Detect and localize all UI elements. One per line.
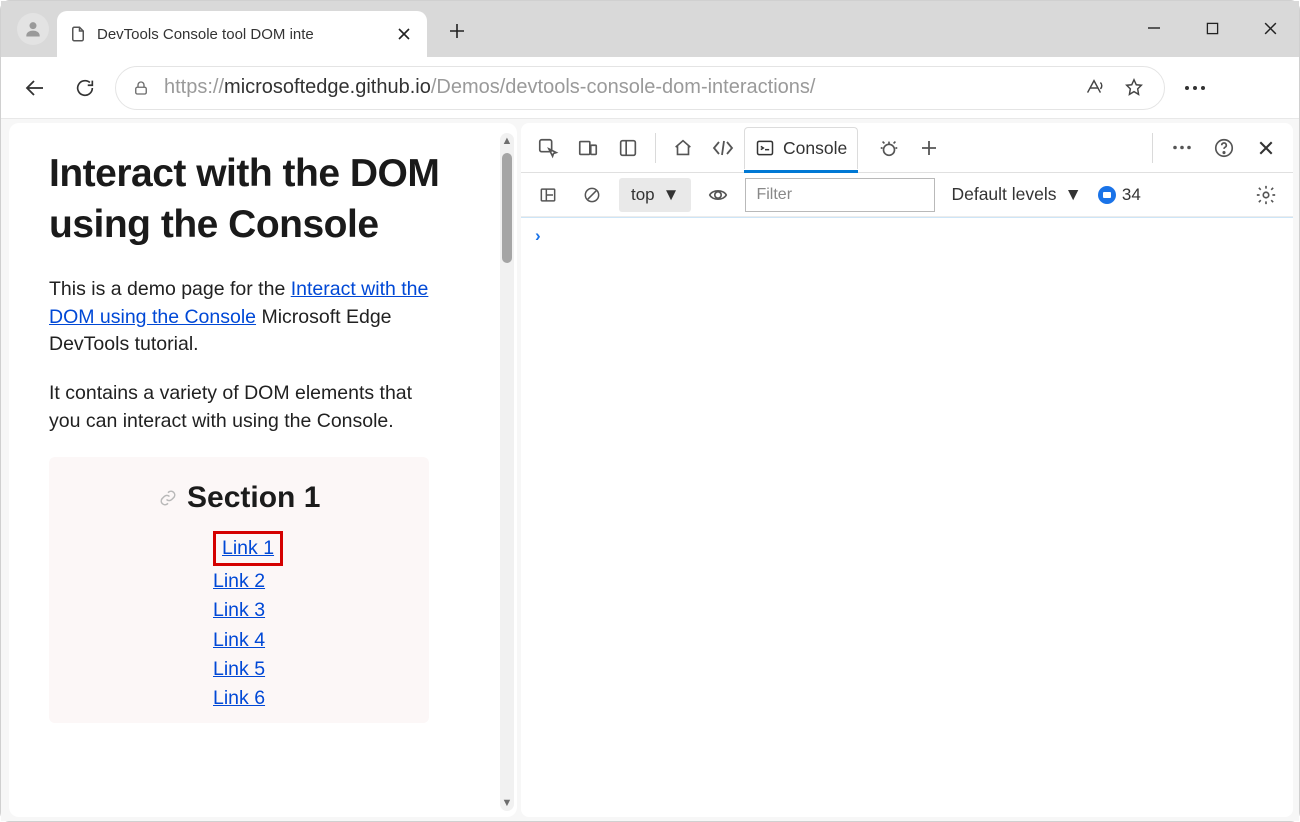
chevron-down-icon: ▼ — [1065, 184, 1082, 205]
menu-button[interactable] — [1175, 68, 1215, 108]
log-levels-selector[interactable]: Default levels ▼ — [945, 184, 1087, 205]
elements-tab-icon[interactable] — [704, 129, 742, 167]
section-1: Section 1 Link 1 Link 2 Link 3 Link 4 Li… — [49, 457, 429, 723]
scroll-up-icon[interactable]: ▲ — [500, 133, 514, 149]
scroll-down-icon[interactable]: ▼ — [500, 795, 514, 811]
devtools-menu-button[interactable] — [1163, 129, 1201, 167]
new-tab-button[interactable] — [439, 13, 475, 49]
page-content: Interact with the DOM using the Console … — [9, 123, 517, 817]
issues-tab-icon[interactable] — [870, 129, 908, 167]
console-toolbar: top ▼ Filter Default levels ▼ 34 — [521, 173, 1293, 217]
more-tabs-button[interactable] — [910, 129, 948, 167]
window-controls — [1125, 5, 1299, 51]
read-aloud-icon[interactable] — [1080, 77, 1108, 99]
section-title: Section 1 — [187, 481, 320, 515]
anchor-icon — [159, 489, 177, 507]
intro-paragraph-2: It contains a variety of DOM elements th… — [49, 380, 429, 435]
close-button[interactable] — [1241, 5, 1299, 51]
scrollbar-thumb[interactable] — [502, 153, 512, 263]
filter-input[interactable]: Filter — [745, 178, 935, 212]
list-item[interactable]: Link 1 — [222, 537, 274, 559]
chevron-down-icon: ▼ — [663, 185, 680, 205]
issues-counter[interactable]: 34 — [1098, 185, 1141, 205]
toggle-sidebar-icon[interactable] — [531, 178, 565, 212]
help-icon[interactable] — [1205, 129, 1243, 167]
inspect-icon[interactable] — [529, 129, 567, 167]
tab-title: DevTools Console tool DOM inte — [97, 26, 383, 43]
clear-console-icon[interactable] — [575, 178, 609, 212]
page-viewport: Interact with the DOM using the Console … — [1, 119, 517, 821]
tab-label: Console — [783, 138, 847, 159]
devtools-panel: Console — [521, 123, 1293, 817]
tab-console[interactable]: Console — [744, 127, 858, 169]
scrollbar[interactable]: ▲ ▼ — [500, 133, 514, 811]
title-bar: DevTools Console tool DOM inte — [1, 1, 1299, 57]
browser-tab[interactable]: DevTools Console tool DOM inte — [57, 11, 427, 57]
highlighted-link: Link 1 — [213, 531, 283, 566]
link-list: Link 1 Link 2 Link 3 Link 4 Link 5 Link … — [213, 531, 405, 713]
list-item[interactable]: Link 3 — [213, 597, 265, 624]
live-expression-icon[interactable] — [701, 178, 735, 212]
context-selector[interactable]: top ▼ — [619, 178, 691, 212]
address-bar[interactable]: https://microsoftedge.github.io/Demos/de… — [115, 66, 1165, 110]
main-area: Interact with the DOM using the Console … — [1, 119, 1299, 821]
intro-paragraph-1: This is a demo page for the Interact wit… — [49, 276, 429, 358]
console-prompt-icon: › — [535, 226, 541, 245]
dock-icon[interactable] — [609, 129, 647, 167]
minimize-button[interactable] — [1125, 5, 1183, 51]
list-item[interactable]: Link 4 — [213, 627, 265, 654]
devtools-close-icon[interactable] — [1247, 129, 1285, 167]
list-item[interactable]: Link 6 — [213, 685, 265, 712]
console-body[interactable]: › — [521, 217, 1293, 817]
lock-icon — [132, 79, 152, 97]
refresh-button[interactable] — [65, 68, 105, 108]
welcome-tab-icon[interactable] — [664, 129, 702, 167]
url-text: https://microsoftedge.github.io/Demos/de… — [164, 76, 1068, 99]
issue-icon — [1098, 186, 1116, 204]
device-toggle-icon[interactable] — [569, 129, 607, 167]
tab-close-icon[interactable] — [393, 23, 415, 45]
browser-toolbar: https://microsoftedge.github.io/Demos/de… — [1, 57, 1299, 119]
profile-avatar[interactable] — [17, 13, 49, 45]
list-item[interactable]: Link 2 — [213, 568, 265, 595]
page-icon — [69, 25, 87, 43]
page-title: Interact with the DOM using the Console — [49, 149, 477, 250]
maximize-button[interactable] — [1183, 5, 1241, 51]
list-item[interactable]: Link 5 — [213, 656, 265, 683]
back-button[interactable] — [15, 68, 55, 108]
devtools-tab-bar: Console — [521, 123, 1293, 173]
console-settings-icon[interactable] — [1249, 178, 1283, 212]
favorite-icon[interactable] — [1120, 77, 1148, 99]
